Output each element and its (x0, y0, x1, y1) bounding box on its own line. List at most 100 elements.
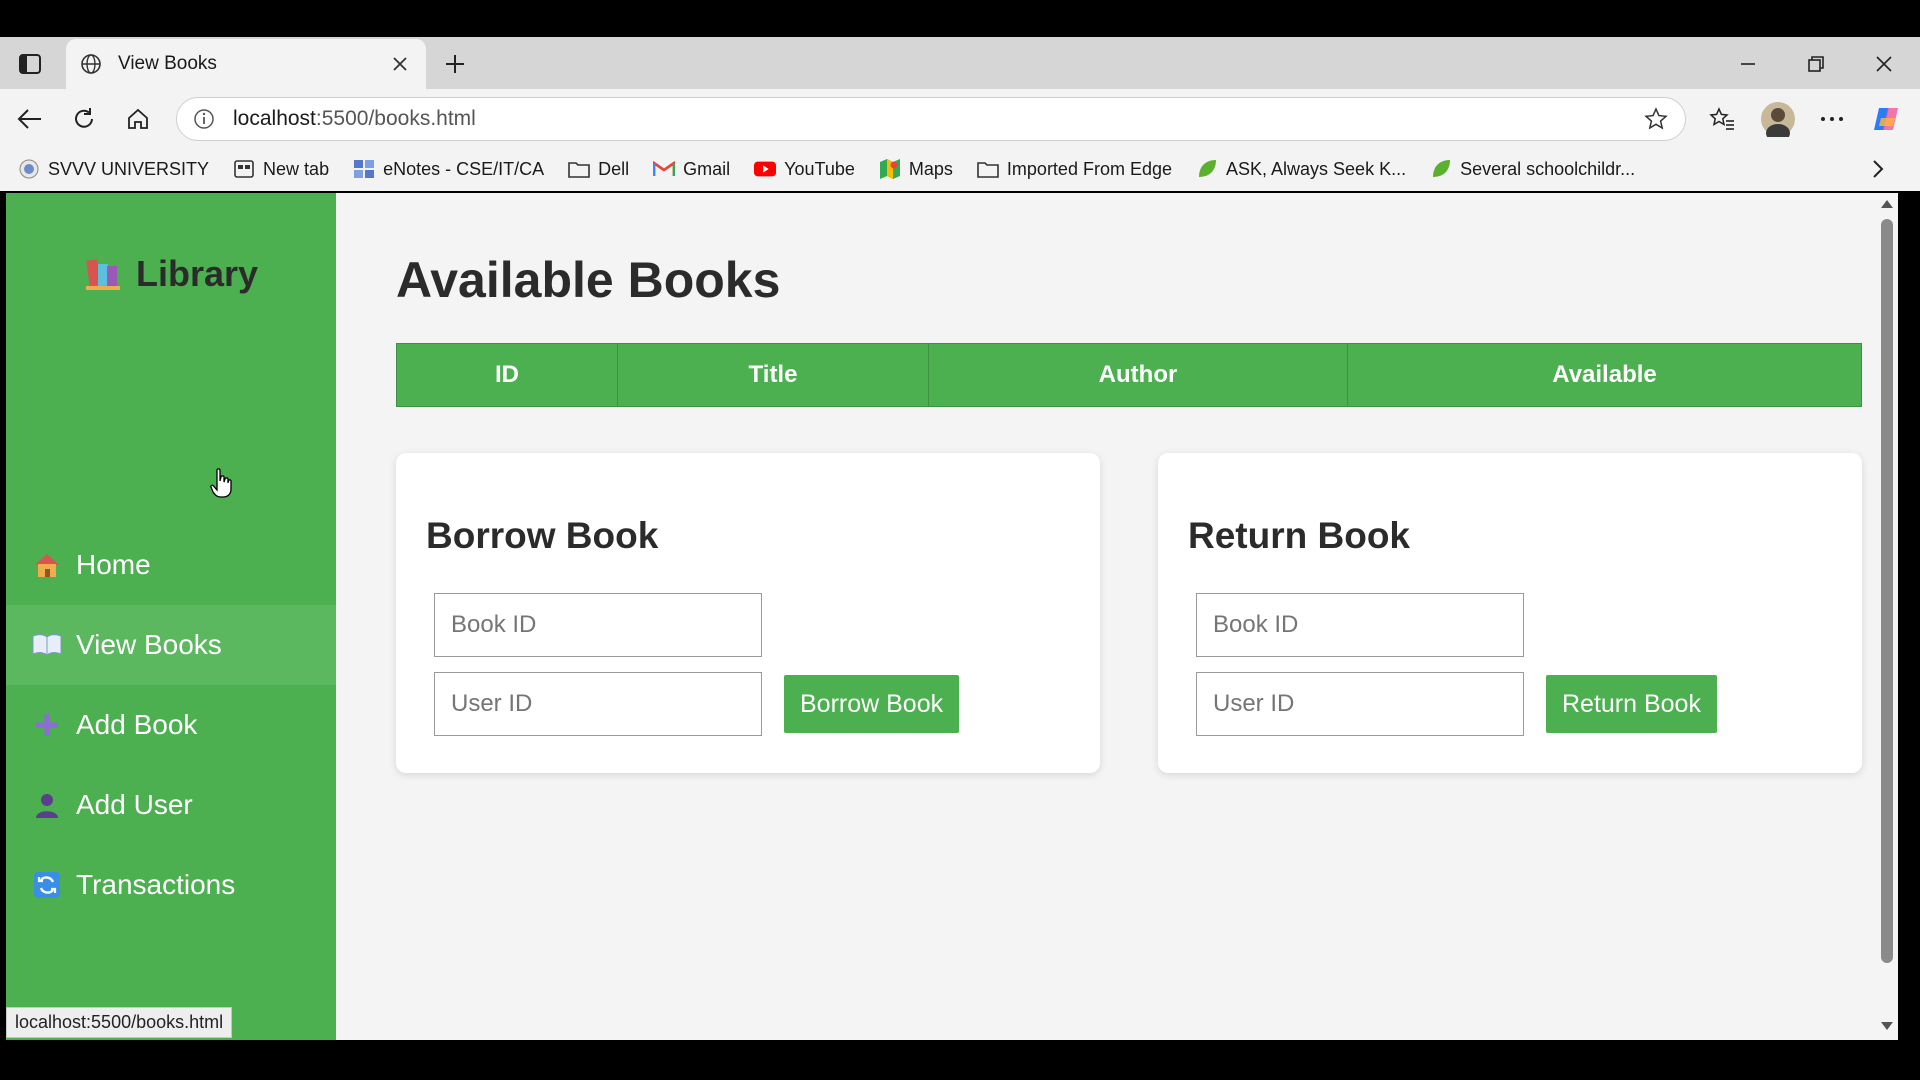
sidebar-item-label: Transactions (76, 869, 236, 900)
minimize-icon[interactable] (1726, 47, 1770, 81)
bookmark-label: Gmail (683, 158, 731, 179)
borrow-heading: Borrow Book (426, 515, 659, 556)
sidebar-item-view-books[interactable]: View Books (6, 605, 336, 685)
star-icon[interactable] (1641, 104, 1671, 134)
globe-icon (78, 51, 104, 77)
navigation-bar: localhost:5500/books.html (0, 89, 1920, 147)
bookmark-imported[interactable]: Imported From Edge (977, 158, 1172, 180)
main-content: Available Books ID Title Author Availabl… (336, 193, 1882, 1040)
bookmark-enotes[interactable]: eNotes - CSE/IT/CA (353, 158, 544, 180)
borrow-book-button[interactable]: Borrow Book (784, 675, 960, 733)
sidebar-item-add-book[interactable]: Add Book (6, 685, 336, 765)
sidebar-item-add-user[interactable]: Add User (6, 765, 336, 845)
sidebar-item-label: Add Book (76, 709, 198, 740)
enotes-icon (353, 158, 375, 180)
url-path: :5500/books.html (315, 107, 476, 130)
restore-icon[interactable] (1794, 47, 1838, 81)
sidebar-item-label: Add User (76, 789, 193, 820)
address-bar[interactable]: localhost:5500/books.html (176, 97, 1686, 141)
book-icon (32, 630, 62, 660)
bookmark-dell[interactable]: Dell (568, 158, 629, 180)
tab-strip: View Books (0, 37, 1920, 89)
sidebar-item-label: Home (76, 549, 151, 580)
bookmark-label: Dell (598, 158, 630, 179)
brand-title: Library (135, 253, 259, 294)
sidebar-item-home[interactable]: Home (6, 525, 336, 605)
sidebar: Library Home View Books Add Book Add Use… (6, 193, 336, 1040)
column-header-available: Available (1348, 344, 1861, 406)
bookmark-label: SVVV UNIVERSITY (48, 158, 210, 179)
maps-icon (879, 158, 901, 180)
home-icon[interactable] (120, 101, 156, 137)
borrow-user-id-input[interactable]: User ID (434, 672, 762, 736)
return-book-card: Return Book Book ID User ID Return Book (1158, 453, 1862, 773)
sidebar-item-label: View Books (76, 629, 222, 660)
leaf-icon (1196, 158, 1218, 180)
scrollbar-thumb[interactable] (1881, 219, 1893, 963)
bookmark-ask[interactable]: ASK, Always Seek K... (1196, 158, 1406, 180)
info-icon[interactable] (191, 106, 217, 132)
status-url: localhost:5500/books.html (6, 1007, 233, 1038)
folder-icon (568, 158, 590, 180)
page-viewport: Library Home View Books Add Book Add Use… (6, 193, 1898, 1040)
bookmark-maps[interactable]: Maps (879, 158, 953, 180)
copilot-icon[interactable] (1868, 101, 1904, 137)
vertical-scrollbar[interactable] (1876, 193, 1898, 1040)
bookmark-youtube[interactable]: YouTube (754, 158, 855, 180)
bookmark-label: Imported From Edge (1006, 158, 1172, 179)
tab-title: View Books (118, 53, 217, 74)
bookmark-schoolchildren[interactable]: Several schoolchildr... (1430, 158, 1635, 180)
tab-view-books[interactable]: View Books (66, 39, 426, 89)
plus-icon (32, 710, 62, 740)
return-heading: Return Book (1188, 515, 1410, 556)
bookmark-label: eNotes - CSE/IT/CA (383, 158, 545, 179)
youtube-icon (754, 158, 777, 180)
borrow-book-card: Borrow Book Book ID User ID Borrow Book (396, 453, 1100, 773)
tab-actions-icon[interactable] (14, 49, 46, 79)
bookmark-label: ASK, Always Seek K... (1226, 158, 1407, 179)
newtab-icon (233, 158, 255, 180)
close-icon[interactable] (386, 50, 414, 78)
more-icon[interactable] (1814, 101, 1850, 137)
scroll-up-icon[interactable] (1879, 197, 1895, 211)
bookmark-new-tab[interactable]: New tab (233, 158, 329, 180)
screen-top-bar (0, 0, 1920, 37)
bookmark-label: Maps (908, 158, 953, 179)
favorites-icon[interactable] (1704, 101, 1740, 137)
plus-icon[interactable] (438, 47, 472, 81)
transactions-icon (32, 870, 62, 900)
scroll-down-icon[interactable] (1879, 1019, 1895, 1033)
column-header-author: Author (929, 344, 1348, 406)
gmail-icon (653, 158, 676, 180)
borrow-book-id-input[interactable]: Book ID (434, 593, 762, 657)
sidebar-item-transactions[interactable]: Transactions (6, 845, 336, 925)
avatar[interactable] (1758, 101, 1798, 137)
books-table-header: ID Title Author Available (396, 343, 1862, 407)
hand-cursor-icon (210, 468, 232, 503)
column-header-title: Title (618, 344, 929, 406)
bookmark-label: Several schoolchildr... (1460, 158, 1636, 179)
page-title: Available Books (396, 252, 781, 308)
folder-icon (977, 158, 999, 180)
window-close-icon[interactable] (1862, 47, 1906, 81)
return-book-id-input[interactable]: Book ID (1196, 593, 1524, 657)
bookmark-gmail[interactable]: Gmail (653, 158, 730, 180)
url-text[interactable]: localhost:5500/books.html (233, 107, 1641, 131)
brand: Library (6, 253, 336, 295)
refresh-icon[interactable] (66, 101, 102, 137)
bookmark-label: YouTube (784, 158, 855, 179)
user-icon (32, 790, 62, 820)
home-icon (32, 550, 62, 580)
back-arrow-icon[interactable] (12, 101, 48, 137)
chevron-right-icon[interactable] (1866, 157, 1890, 181)
bookmark-svvv[interactable]: SVVV UNIVERSITY (18, 158, 209, 180)
return-user-id-input[interactable]: User ID (1196, 672, 1524, 736)
university-icon (18, 158, 40, 180)
column-header-id: ID (397, 344, 618, 406)
screen-bottom-bar (0, 1040, 1920, 1080)
bookmark-label: New tab (263, 158, 330, 179)
url-host: localhost (233, 107, 316, 130)
leaf-icon (1430, 158, 1452, 180)
browser-chrome: View Books localhost:5500/books.html SVV… (0, 37, 1920, 191)
return-book-button[interactable]: Return Book (1546, 675, 1717, 733)
